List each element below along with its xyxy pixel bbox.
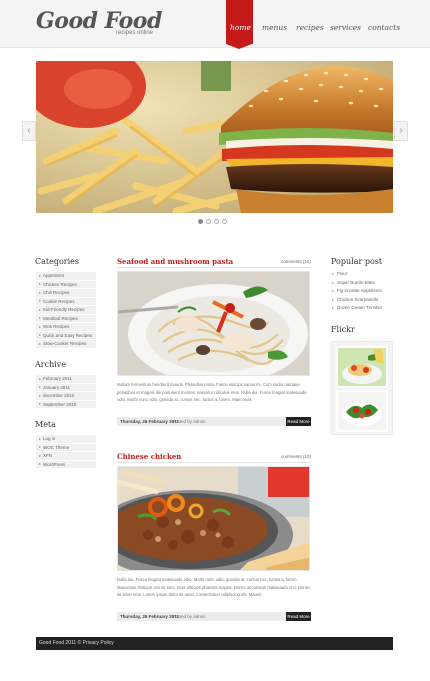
post-image[interactable] <box>117 271 310 376</box>
post-meta-bar: Thursday, 26 February 2011 Posted by adm… <box>117 417 311 426</box>
read-more-button[interactable]: Read More <box>286 417 311 426</box>
category-link[interactable]: Appetizers <box>36 272 96 281</box>
meta-link[interactable]: WordPress <box>36 460 96 469</box>
nav-active-ribbon <box>226 0 253 49</box>
slider-dot-4[interactable] <box>222 219 227 224</box>
category-link[interactable]: Chili Recipes <box>36 289 96 298</box>
post-excerpt: Nulla dui. Fusce feugiat malesuada odio.… <box>117 577 311 597</box>
footer-copyright: Good Food 2011 © Privacy Policy <box>39 640 114 646</box>
category-link[interactable]: Slow-Cooker Recipes <box>36 340 96 349</box>
meta-link[interactable]: Log in <box>36 435 96 444</box>
flickr-photo-dish <box>338 392 386 430</box>
post-author: Posted by admin <box>172 418 206 424</box>
slider-next-button[interactable]: › <box>394 121 408 141</box>
burger-fries-photo <box>36 61 393 213</box>
popular-post-link[interactable]: Fig Arcatite Appetizers <box>331 287 393 296</box>
post-divider <box>117 462 311 463</box>
slider-prev-button[interactable]: ‹ <box>22 121 36 141</box>
post-title[interactable]: Seafood and mushroom pasta <box>117 257 233 266</box>
popular-post-list: Flour Super Burrito Bites Fig Arcatite A… <box>331 270 393 313</box>
popular-post-link[interactable]: Super Burrito Bites <box>331 279 393 288</box>
pasta-photo <box>118 272 309 375</box>
popular-post-heading: Popular post <box>331 257 383 266</box>
meta-heading: Meta <box>35 420 56 429</box>
nav-menus[interactable]: menus <box>262 23 287 32</box>
post-date: Thursday, 26 February 2011 <box>120 418 179 424</box>
post-divider <box>117 267 311 268</box>
read-more-button[interactable]: Read More <box>286 612 311 621</box>
meta-link[interactable]: XFN <box>36 452 96 461</box>
categories-heading: Categories <box>35 257 79 266</box>
chicken-wok-photo <box>118 467 309 570</box>
flickr-thumbnail[interactable] <box>336 390 388 432</box>
nav-home[interactable]: home <box>230 23 251 32</box>
post-excerpt: Nullam fermentum hendrerit mauris. Phase… <box>117 382 307 402</box>
archive-list: February 2011 January 2011 december 2010… <box>36 375 96 409</box>
popular-post-link[interactable]: Flour <box>331 270 393 279</box>
page: Good Food recipes online home menus reci… <box>0 0 430 681</box>
chevron-right-icon: › <box>399 125 403 136</box>
archive-link[interactable]: September 2010 <box>36 400 96 409</box>
footer: Good Food 2011 © Privacy Policy <box>36 637 393 650</box>
category-link[interactable]: Chicken Recipes <box>36 280 96 289</box>
nav-recipes[interactable]: recipes <box>296 23 324 32</box>
hero-slider-image[interactable] <box>36 61 393 213</box>
categories-list: Appetizers Chicken Recipes Chili Recipes… <box>36 272 96 349</box>
archive-link[interactable]: February 2011 <box>36 375 96 384</box>
post-comments-link[interactable]: comments (10) <box>281 454 311 460</box>
post-date: Thursday, 26 February 2011 <box>120 613 179 619</box>
post-title[interactable]: Chinese chicken <box>117 452 181 461</box>
popular-post-link[interactable]: Chicken Scarpariello <box>331 296 393 305</box>
meta-list: Log in WOC Theme XFN WordPress <box>36 435 96 469</box>
meta-link[interactable]: WOC Theme <box>36 443 96 452</box>
popular-post-link[interactable]: Dozen Cream Tin Mint <box>331 304 393 313</box>
nav-services[interactable]: services <box>330 23 361 32</box>
post-author: Posted by admin <box>172 613 206 619</box>
archive-heading: Archive <box>35 360 67 369</box>
archive-link[interactable]: december 2010 <box>36 392 96 401</box>
archive-link[interactable]: January 2011 <box>36 383 96 392</box>
post-comments-link[interactable]: comments (10) <box>281 259 311 265</box>
slider-dot-1[interactable] <box>198 219 203 224</box>
post-image[interactable] <box>117 466 310 571</box>
slider-dot-2[interactable] <box>206 219 211 224</box>
category-link[interactable]: Wok Recipes <box>36 323 96 332</box>
header: Good Food recipes online home menus reci… <box>0 0 430 49</box>
post-meta-bar: Thursday, 26 February 2011 Posted by adm… <box>117 612 311 621</box>
slider-dot-3[interactable] <box>214 219 219 224</box>
category-link[interactable]: Cookie Recipes <box>36 297 96 306</box>
slider-pagination <box>198 219 227 225</box>
flickr-gallery <box>331 341 393 435</box>
category-link[interactable]: Meatloaf Recipes <box>36 314 96 323</box>
chevron-left-icon: ‹ <box>27 125 31 136</box>
category-link[interactable]: Quick and Easy Recipes <box>36 331 96 340</box>
flickr-photo-salad <box>338 348 386 386</box>
nav-contacts[interactable]: contacts <box>368 23 400 32</box>
flickr-heading: Flickr <box>331 325 355 334</box>
flickr-thumbnail[interactable] <box>336 346 388 388</box>
category-link[interactable]: Kid-Friendly Recipes <box>36 306 96 315</box>
logo-tagline: recipes online <box>116 30 154 36</box>
